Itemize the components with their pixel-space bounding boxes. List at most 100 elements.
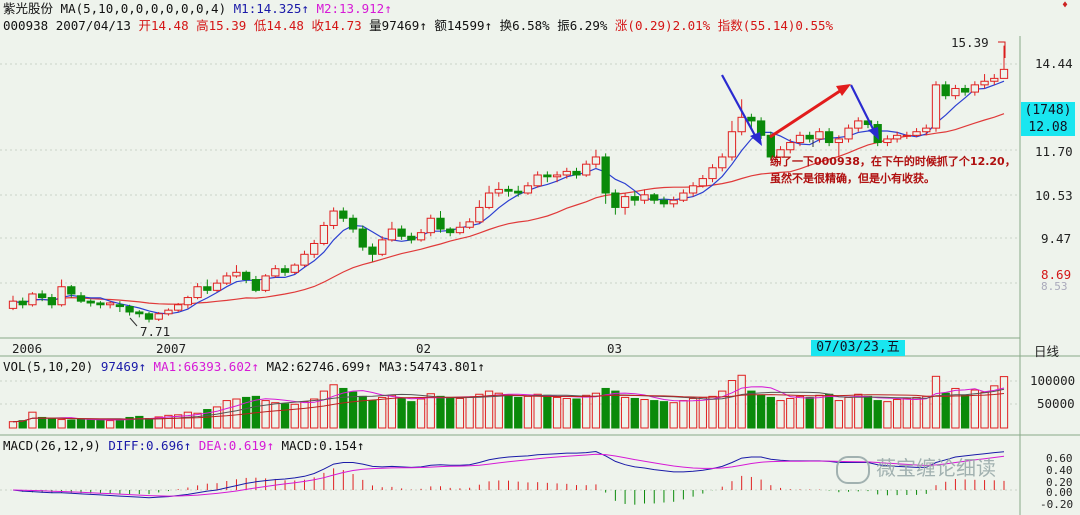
candle-body — [436, 217, 445, 230]
candle-body — [8, 300, 18, 309]
index-value: 指数(55.14)0.55% — [717, 18, 834, 33]
volume-bar — [446, 396, 455, 429]
volume-bar — [688, 397, 698, 429]
candle-body — [650, 194, 659, 201]
candle-body — [426, 217, 435, 234]
ma-params: MA(5,10,0,0,0,0,0,0,4) — [60, 1, 227, 16]
volume-bar — [679, 400, 688, 429]
candle-body — [271, 268, 280, 277]
volume-bar — [844, 396, 853, 429]
price-tick: 10.53 — [1035, 188, 1073, 203]
volume-bar — [543, 394, 552, 429]
annotation-line: 虽然不是很精确，但是小有收获。 — [770, 172, 935, 185]
candle-body — [688, 185, 698, 194]
watermark: 薇宝缠论细读 — [836, 452, 1036, 488]
vol-ma2: MA2:62746.699 — [266, 359, 365, 374]
vol-ma1: MA1:66393.602 — [153, 359, 252, 374]
cursor-date-box: 07/03/23,五 — [811, 340, 905, 356]
volume-bar — [698, 396, 707, 429]
candle-body — [475, 206, 484, 223]
volume-bar — [523, 395, 533, 429]
volume-bar — [271, 402, 280, 429]
m1-arrow-icon: ↑ — [301, 1, 309, 16]
change-value: 涨(0.29)2.01% — [614, 18, 711, 33]
candle-body — [514, 190, 523, 194]
candle-body — [630, 196, 639, 201]
candle-body — [494, 188, 503, 194]
volume-bar — [776, 400, 785, 429]
volume-header: VOL(5,10,20) 97469↑ MA1:66393.602↑ MA2:6… — [3, 359, 485, 375]
candle-body — [164, 309, 173, 315]
vol-tick: 100000 — [1030, 373, 1076, 388]
vol-ma1-arrow-icon: ↑ — [251, 359, 259, 374]
volume-bar — [854, 393, 863, 429]
volume-bar — [232, 398, 241, 429]
volume-bar — [708, 395, 717, 429]
low-price-label: 7.71 — [140, 324, 171, 339]
volume-value: 量97469 — [369, 18, 420, 33]
candle-body — [368, 246, 377, 255]
macd-params: MACD(26,12,9) — [3, 438, 101, 453]
volume-bar — [562, 397, 571, 429]
amount-arrow-icon: ↑ — [484, 18, 493, 33]
volume-bar — [310, 398, 319, 429]
watermark-text: 薇宝缠论细读 — [876, 456, 996, 480]
candle-body — [892, 134, 902, 140]
candle-body — [824, 131, 834, 144]
period-label[interactable]: 日线 — [1034, 341, 1059, 360]
volume-bar — [222, 400, 231, 429]
candle-body — [601, 156, 610, 194]
candle-body — [582, 163, 591, 176]
candle-body — [834, 138, 843, 144]
volume-bar — [290, 403, 299, 429]
volume-bar — [727, 380, 737, 429]
annotation-arrow — [769, 85, 847, 139]
candle-body — [931, 84, 941, 129]
candle-body — [348, 217, 358, 230]
candle-body — [378, 239, 387, 255]
volume-bar — [144, 418, 154, 429]
candle-body — [552, 174, 562, 178]
candle-body — [47, 297, 57, 306]
quote-header: 000938 2007/04/13 开14.48 高15.39 低14.48 收… — [3, 18, 833, 34]
volume-bar — [960, 394, 970, 429]
candle-body — [679, 192, 688, 201]
time-label: 2006 — [12, 341, 43, 356]
candle-body — [242, 271, 251, 281]
price-tick: 11.70 — [1035, 144, 1073, 159]
amount-value: 额14599 — [434, 18, 485, 33]
current-price-value: 12.08 — [1028, 120, 1068, 135]
candle-body — [203, 286, 212, 291]
candle-body — [941, 84, 950, 97]
candle-body — [640, 194, 649, 201]
volume-bar — [572, 398, 581, 429]
candle-body — [844, 127, 853, 140]
volume-bar — [135, 415, 144, 429]
candle-body — [805, 134, 814, 140]
candle-body — [999, 68, 1009, 79]
candle-body — [106, 302, 115, 306]
vol-params: VOL(5,10,20) — [3, 359, 94, 374]
price-tick: 9.47 — [1041, 231, 1072, 246]
candle-body — [708, 167, 717, 180]
volume-bar — [57, 419, 66, 429]
low-marker-leader — [129, 317, 138, 327]
volume-bar — [339, 387, 348, 429]
volume-bar — [348, 391, 358, 429]
candle-body — [980, 80, 989, 86]
candle-body — [659, 199, 669, 205]
wechat-icon — [836, 455, 870, 484]
candle-body — [747, 116, 756, 122]
volume-bar — [747, 390, 756, 429]
candle-body — [251, 279, 261, 291]
macd-arrow-icon: ↑ — [356, 438, 365, 453]
candle-body — [232, 271, 241, 277]
volume-bar — [912, 396, 921, 429]
vol-ma3-arrow-icon: ↑ — [477, 359, 485, 374]
volume-bar — [397, 397, 406, 429]
candle-body — [669, 199, 678, 205]
volume-bar — [38, 416, 47, 429]
stock-code: 000938 — [3, 18, 49, 33]
candle-body — [620, 196, 630, 208]
candle-body — [67, 286, 76, 295]
